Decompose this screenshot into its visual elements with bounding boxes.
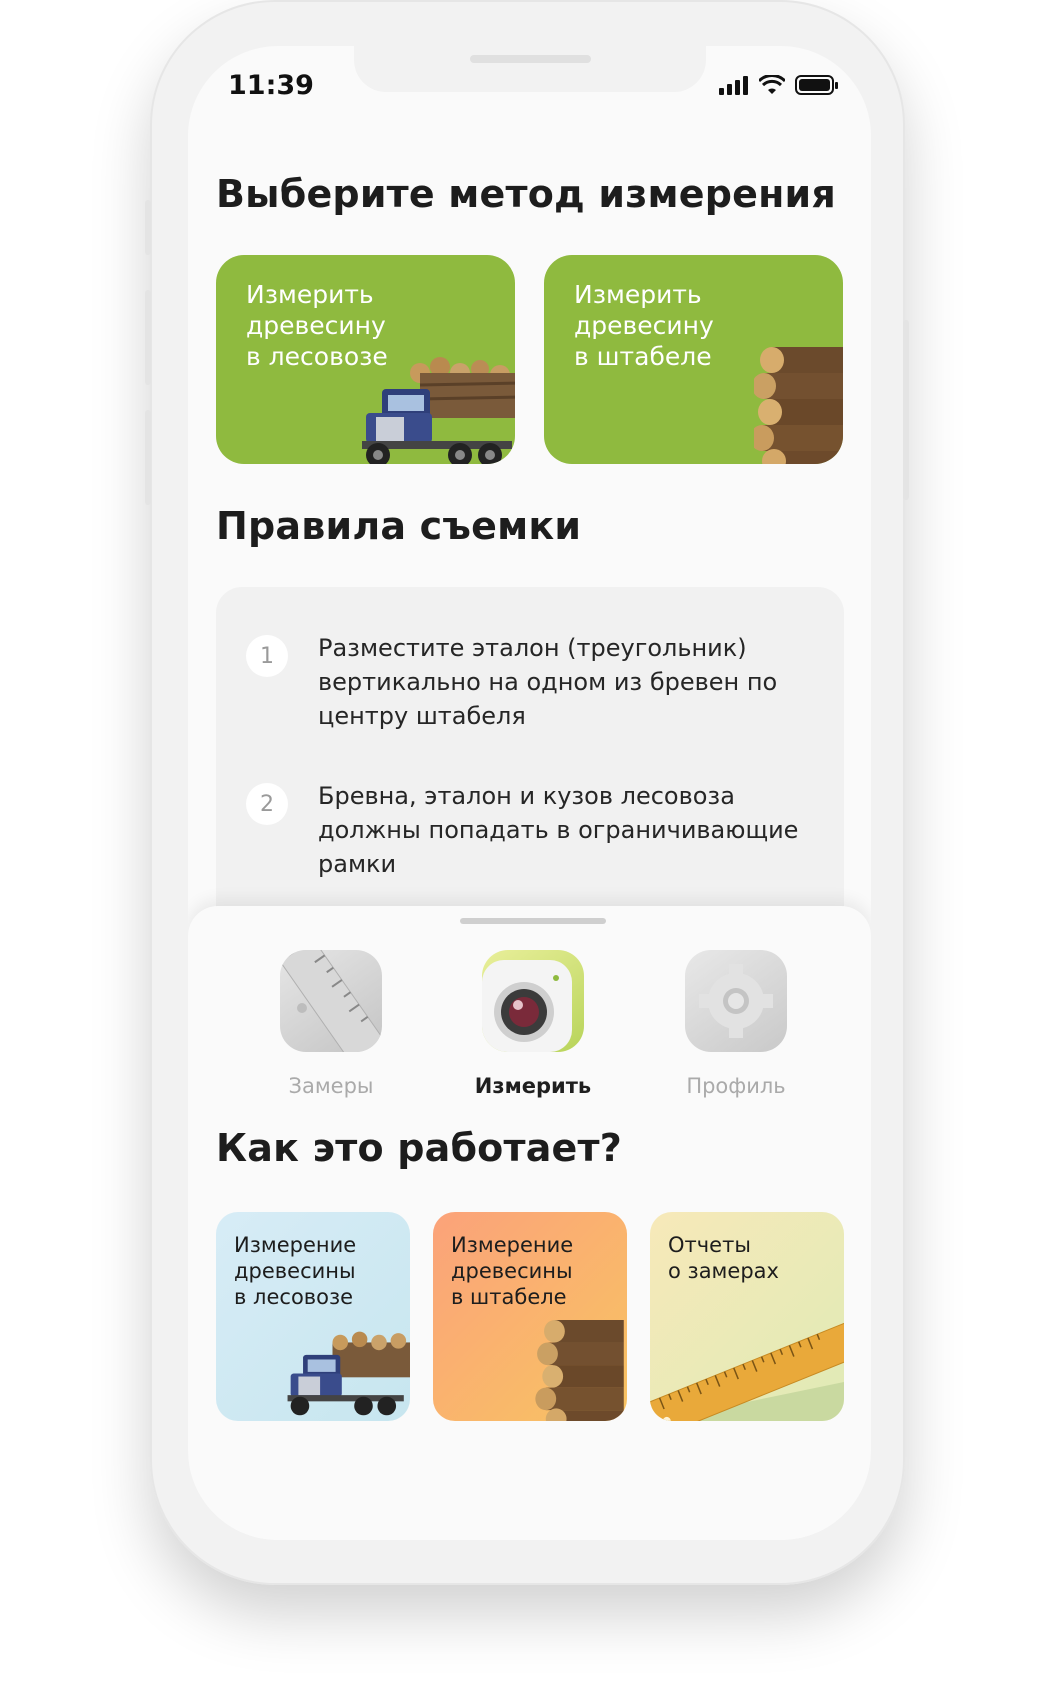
rule-item: 2 Бревна, эталон и кузов лесовоза должны… bbox=[246, 779, 808, 881]
method-card-truck[interactable]: Измерить древесину в лесовозе bbox=[216, 255, 515, 464]
rules-title: Правила съемки bbox=[216, 504, 582, 548]
rule-text: Бревна, эталон и кузов лесовоза должны п… bbox=[318, 782, 799, 878]
how-card-label: Измерение древесины в лесовозе bbox=[234, 1233, 357, 1309]
power-button bbox=[903, 320, 909, 500]
tab-label: Профиль bbox=[686, 1074, 786, 1098]
rule-item: 1 Разместите эталон (треугольник) вертик… bbox=[246, 631, 808, 733]
how-title: Как это работает? bbox=[216, 1126, 622, 1170]
status-icons bbox=[719, 74, 839, 96]
camera-icon bbox=[482, 950, 584, 1052]
tab-measurements[interactable]: Замеры bbox=[256, 950, 406, 1098]
screen: 11:39 Выберите метод измерения Измерить … bbox=[188, 46, 871, 1540]
sheet-grabber[interactable] bbox=[460, 918, 606, 924]
how-card-label: Измерение древесины в штабеле bbox=[451, 1233, 574, 1309]
notch bbox=[354, 46, 706, 92]
ruler-icon bbox=[280, 950, 382, 1052]
how-card-truck[interactable]: Измерение древесины в лесовозе bbox=[216, 1212, 410, 1421]
status-time: 11:39 bbox=[228, 70, 314, 101]
volume-up-button bbox=[145, 290, 151, 385]
rule-number: 2 bbox=[246, 783, 288, 825]
rule-number: 1 bbox=[246, 635, 288, 677]
method-card-stack[interactable]: Измерить древесину в штабеле bbox=[544, 255, 843, 464]
wifi-icon bbox=[759, 75, 785, 94]
methods-title: Выберите метод измерения bbox=[216, 172, 836, 216]
logging-truck-icon bbox=[287, 1331, 410, 1416]
tab-label: Замеры bbox=[288, 1074, 374, 1098]
rules-panel: 1 Разместите эталон (треугольник) вертик… bbox=[216, 587, 844, 937]
mute-switch bbox=[145, 200, 151, 255]
signal-icon bbox=[719, 76, 748, 95]
logging-truck-icon bbox=[362, 357, 515, 464]
battery-icon bbox=[795, 75, 838, 95]
tab-label: Измерить bbox=[474, 1074, 592, 1098]
how-card-label: Отчеты о замерах bbox=[668, 1233, 779, 1283]
method-card-label: Измерить древесину в штабеле bbox=[574, 280, 714, 371]
tab-measure[interactable]: Измерить bbox=[458, 950, 608, 1098]
log-stack-icon bbox=[535, 1320, 624, 1421]
rule-text: Разместите эталон (треугольник) вертикал… bbox=[318, 634, 778, 730]
tab-profile[interactable]: Профиль bbox=[661, 950, 811, 1098]
how-card-stack[interactable]: Измерение древесины в штабеле bbox=[433, 1212, 627, 1421]
how-card-reports[interactable]: Отчеты о замерах bbox=[650, 1212, 844, 1421]
volume-down-button bbox=[145, 410, 151, 505]
log-stack-icon bbox=[754, 347, 843, 464]
gear-icon bbox=[685, 950, 787, 1052]
speaker bbox=[470, 55, 591, 63]
ruler-icon bbox=[650, 1322, 844, 1421]
